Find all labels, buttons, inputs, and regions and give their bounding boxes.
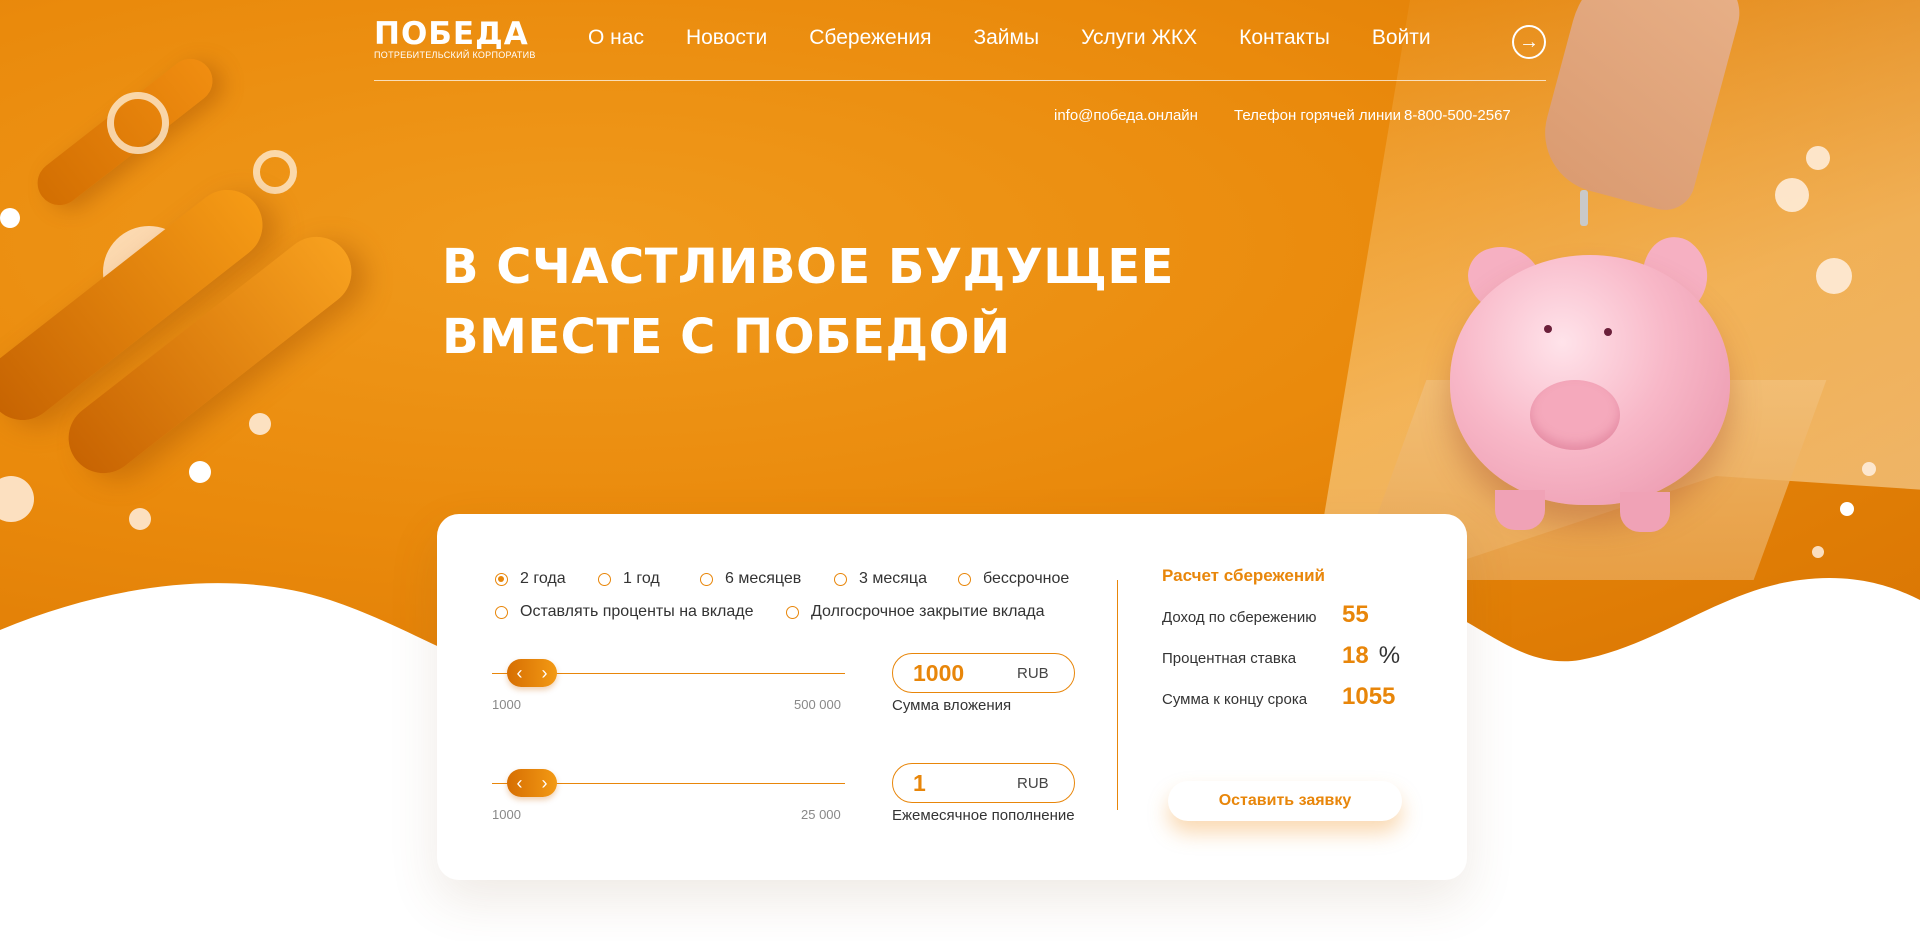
investment-slider[interactable]: ‹ › [492,659,845,689]
radio-label: Оставлять проценты на вкладе [520,603,754,620]
logo-title: ПОБЕДА [374,16,529,52]
decor-dot [1806,146,1830,170]
term-options: 2 года 1 год 6 месяцев 3 месяца бессрочн… [495,570,1069,588]
decor-dot [1862,462,1876,476]
radio-circle[interactable] [495,605,508,619]
chevron-right-icon: › [541,772,548,793]
decor-dot [0,208,20,228]
option-keep-interest[interactable]: Оставлять проценты на вкладе [495,603,786,621]
nav-item-utilities[interactable]: Услуги ЖКХ [1081,26,1197,50]
pig-eye [1604,328,1612,336]
hotline-phone[interactable]: 8-800-500-2567 [1404,107,1511,124]
investment-max: 500 000 [794,697,841,712]
slider-thumb[interactable]: ‹ › [507,769,557,797]
nav-item-contacts[interactable]: Контакты [1239,26,1330,50]
decor-dot [249,413,271,435]
term-radio-indefinite[interactable]: бессрочное [958,570,1069,588]
radio-circle[interactable] [495,572,508,586]
investment-currency: RUB [1017,664,1049,682]
hero-section: ПОБЕДА ПОТРЕБИТЕЛЬСКИЙ КОРПОРАТИВ О нас … [0,0,1920,941]
pig-snout [1530,380,1620,450]
investment-amount-field[interactable]: 1000 RUB [892,653,1075,693]
radio-label: Долгосрочное закрытие вклада [811,603,1045,620]
decor-dot [189,461,211,483]
calculator-divider [1117,580,1118,810]
hero-headline: В СЧАСТЛИВОЕ БУДУЩЕЕ ВМЕСТЕ С ПОБЕДОЙ [442,232,1174,372]
radio-label: 3 месяца [859,570,927,587]
rate-value: 18 [1342,642,1369,669]
nav-item-news[interactable]: Новости [686,26,767,50]
piggy-bank-image [1450,255,1730,505]
hero-headline-line1: В СЧАСТЛИВОЕ БУДУЩЕЕ [442,239,1174,295]
hero-headline-line2: ВМЕСТЕ С ПОБЕДОЙ [442,309,1011,365]
chevron-left-icon: ‹ [516,772,523,793]
total-label: Сумма к концу срока [1162,691,1308,708]
radio-circle[interactable] [958,572,971,586]
result-rate-row: Процентная ставка 18 % [1162,642,1400,670]
monthly-amount-field[interactable]: 1 RUB [892,763,1075,803]
radio-label: 1 год [623,570,660,587]
decor-dot [129,508,151,530]
decor-dot [1812,546,1824,558]
nav-item-loans[interactable]: Займы [973,26,1039,50]
result-income-row: Доход по сбережению 55 [1162,601,1369,629]
term-radio-1-year[interactable]: 1 год [598,570,700,588]
decor-dot [1816,258,1852,294]
radio-circle[interactable] [598,572,611,586]
monthly-slider[interactable]: ‹ › [492,769,845,799]
monthly-amount: 1 [913,769,926,796]
nav-item-about[interactable]: О нас [588,26,644,50]
logo[interactable]: ПОБЕДА ПОТРЕБИТЕЛЬСКИЙ КОРПОРАТИВ [374,16,536,60]
result-total-row: Сумма к концу срока 1055 [1162,683,1395,711]
investment-caption: Сумма вложения [892,697,1012,714]
term-radio-3-months[interactable]: 3 месяца [834,570,958,588]
option-long-term-close[interactable]: Долгосрочное закрытие вклада [786,603,1045,621]
deposit-options: Оставлять проценты на вкладе Долгосрочно… [495,603,1045,621]
radio-circle[interactable] [834,572,847,586]
logo-subtitle: ПОТРЕБИТЕЛЬСКИЙ КОРПОРАТИВ [374,50,536,60]
submit-application-button[interactable]: Оставить заявку [1168,781,1402,821]
chevron-right-icon: › [541,662,548,683]
pig-leg [1620,492,1670,532]
hotline-label: Телефон горячей линии [1234,107,1402,124]
slider-thumb[interactable]: ‹ › [507,659,557,687]
pig-leg [1495,490,1545,530]
income-label: Доход по сбережению [1162,609,1317,626]
decor-dot [1840,502,1854,516]
pig-eye [1544,325,1552,333]
chevron-left-icon: ‹ [516,662,523,683]
radio-label: бессрочное [983,570,1070,587]
monthly-currency: RUB [1017,774,1049,792]
contact-email[interactable]: info@победа.онлайн [1054,107,1198,124]
term-radio-6-months[interactable]: 6 месяцев [700,570,834,588]
result-title: Расчет сбережений [1162,566,1325,585]
investment-min: 1000 [492,697,521,712]
monthly-max: 25 000 [801,807,841,822]
radio-label: 6 месяцев [725,570,802,587]
coin-image [1580,190,1588,226]
investment-amount: 1000 [913,659,965,686]
total-value: 1055 [1342,683,1396,710]
monthly-caption: Ежемесячное пополнение [892,807,1075,824]
radio-circle[interactable] [786,605,799,619]
radio-label: 2 года [520,570,566,587]
radio-circle[interactable] [700,572,713,586]
decor-ring [253,150,297,194]
monthly-min: 1000 [492,807,521,822]
term-radio-2-years[interactable]: 2 года [495,570,598,588]
income-value: 55 [1342,601,1369,628]
decor-ring [107,92,169,154]
rate-unit: % [1378,642,1401,669]
login-link[interactable]: Войти [1372,26,1431,50]
main-nav: О нас Новости Сбережения Займы Услуги ЖК… [588,26,1443,50]
nav-item-savings[interactable]: Сбережения [809,26,931,50]
decor-dot [1775,178,1809,212]
arrow-right-circle-icon[interactable]: → [1512,25,1546,59]
rate-label: Процентная ставка [1162,650,1297,667]
header-divider [374,80,1546,81]
